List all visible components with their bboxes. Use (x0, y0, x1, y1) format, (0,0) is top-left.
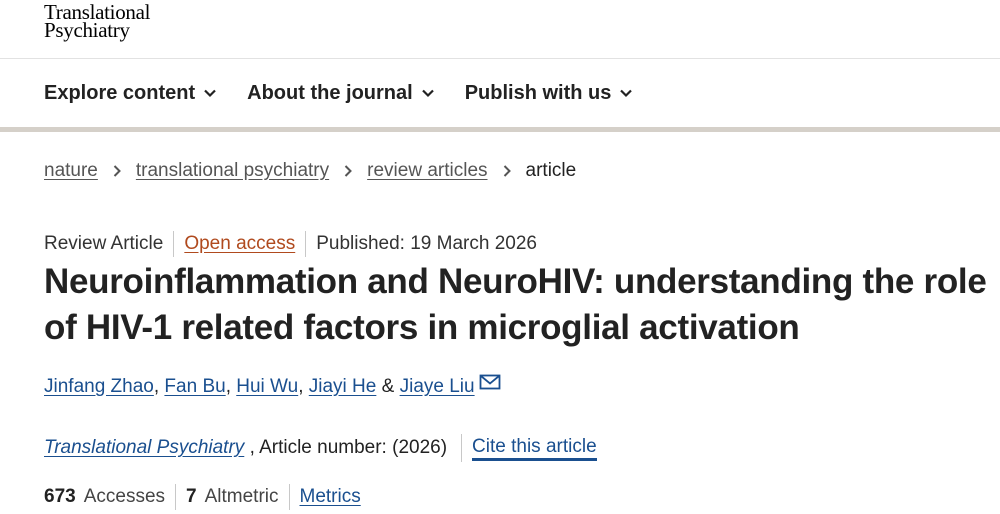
nav-about-journal[interactable]: About the journal (247, 82, 435, 105)
meta-divider (305, 231, 307, 257)
chevron-down-icon (204, 89, 216, 98)
article-meta: Review Article Open access Published: 19… (44, 231, 537, 257)
meta-divider (173, 231, 175, 257)
author-link[interactable]: Jinfang Zhao (44, 376, 154, 398)
accesses-label: Accesses (83, 486, 166, 507)
author-list: Jinfang Zhao, Fan Bu, Hui Wu, Jiayi He &… (44, 374, 501, 398)
cite-this-article-link[interactable]: Cite this article (472, 436, 597, 461)
chevron-down-icon (421, 89, 434, 98)
author-separator: , (225, 376, 231, 397)
published-date: Published: 19 March 2026 (316, 233, 537, 254)
breadcrumb: nature translational psychiatry review a… (44, 160, 576, 182)
main-nav: Explore content About the journal Publis… (44, 78, 633, 108)
metrics-divider (288, 484, 290, 510)
chevron-right-icon (503, 165, 511, 177)
nav-publish-with-us-label: Publish with us (464, 81, 612, 104)
chevron-right-icon (344, 165, 353, 177)
mail-icon[interactable] (479, 374, 501, 390)
nav-bottom-bar (0, 127, 1000, 132)
chevron-down-icon (620, 89, 633, 98)
author-last-join: & (381, 376, 395, 397)
citation-line: Translational Psychiatry , Article numbe… (44, 434, 597, 462)
author-separator: , (153, 376, 160, 397)
metrics-divider (175, 484, 177, 510)
publication-year: (2026) (392, 437, 448, 458)
altmetric-label: Altmetric (204, 486, 279, 507)
author-link[interactable]: Jiayi He (309, 376, 377, 398)
header-divider (0, 58, 1000, 59)
journal-link[interactable]: Translational Psychiatry (44, 437, 244, 459)
altmetric-count: 7 (186, 486, 197, 507)
accesses-count: 673 (44, 486, 76, 507)
author-link[interactable]: Jiaye Liu (400, 376, 475, 398)
metrics-link[interactable]: Metrics (300, 486, 361, 508)
breadcrumb-translational-psychiatry[interactable]: translational psychiatry (136, 160, 329, 182)
nav-about-journal-label: About the journal (247, 81, 413, 104)
nav-explore-content-label: Explore content (44, 81, 196, 104)
breadcrumb-nature[interactable]: nature (44, 160, 98, 182)
author-link[interactable]: Hui Wu (236, 376, 298, 398)
open-access-link[interactable]: Open access (184, 233, 295, 255)
article-type: Review Article (44, 233, 164, 254)
author-link[interactable]: Fan Bu (164, 376, 225, 398)
nav-explore-content[interactable]: Explore content (44, 82, 217, 105)
citation-divider (461, 434, 463, 462)
article-metrics: 673 Accesses 7 Altmetric Metrics (44, 484, 361, 510)
chevron-right-icon (113, 165, 121, 177)
breadcrumb-current: article (525, 160, 577, 181)
article-title: Neuroinflammation and NeuroHIV: understa… (44, 262, 987, 347)
breadcrumb-review-articles[interactable]: review articles (367, 160, 487, 182)
nav-publish-with-us[interactable]: Publish with us (465, 82, 634, 105)
journal-logo[interactable]: Translational Psychiatry (44, 2, 150, 41)
article-number-label: , Article number: (249, 437, 387, 458)
author-separator: , (298, 376, 304, 397)
